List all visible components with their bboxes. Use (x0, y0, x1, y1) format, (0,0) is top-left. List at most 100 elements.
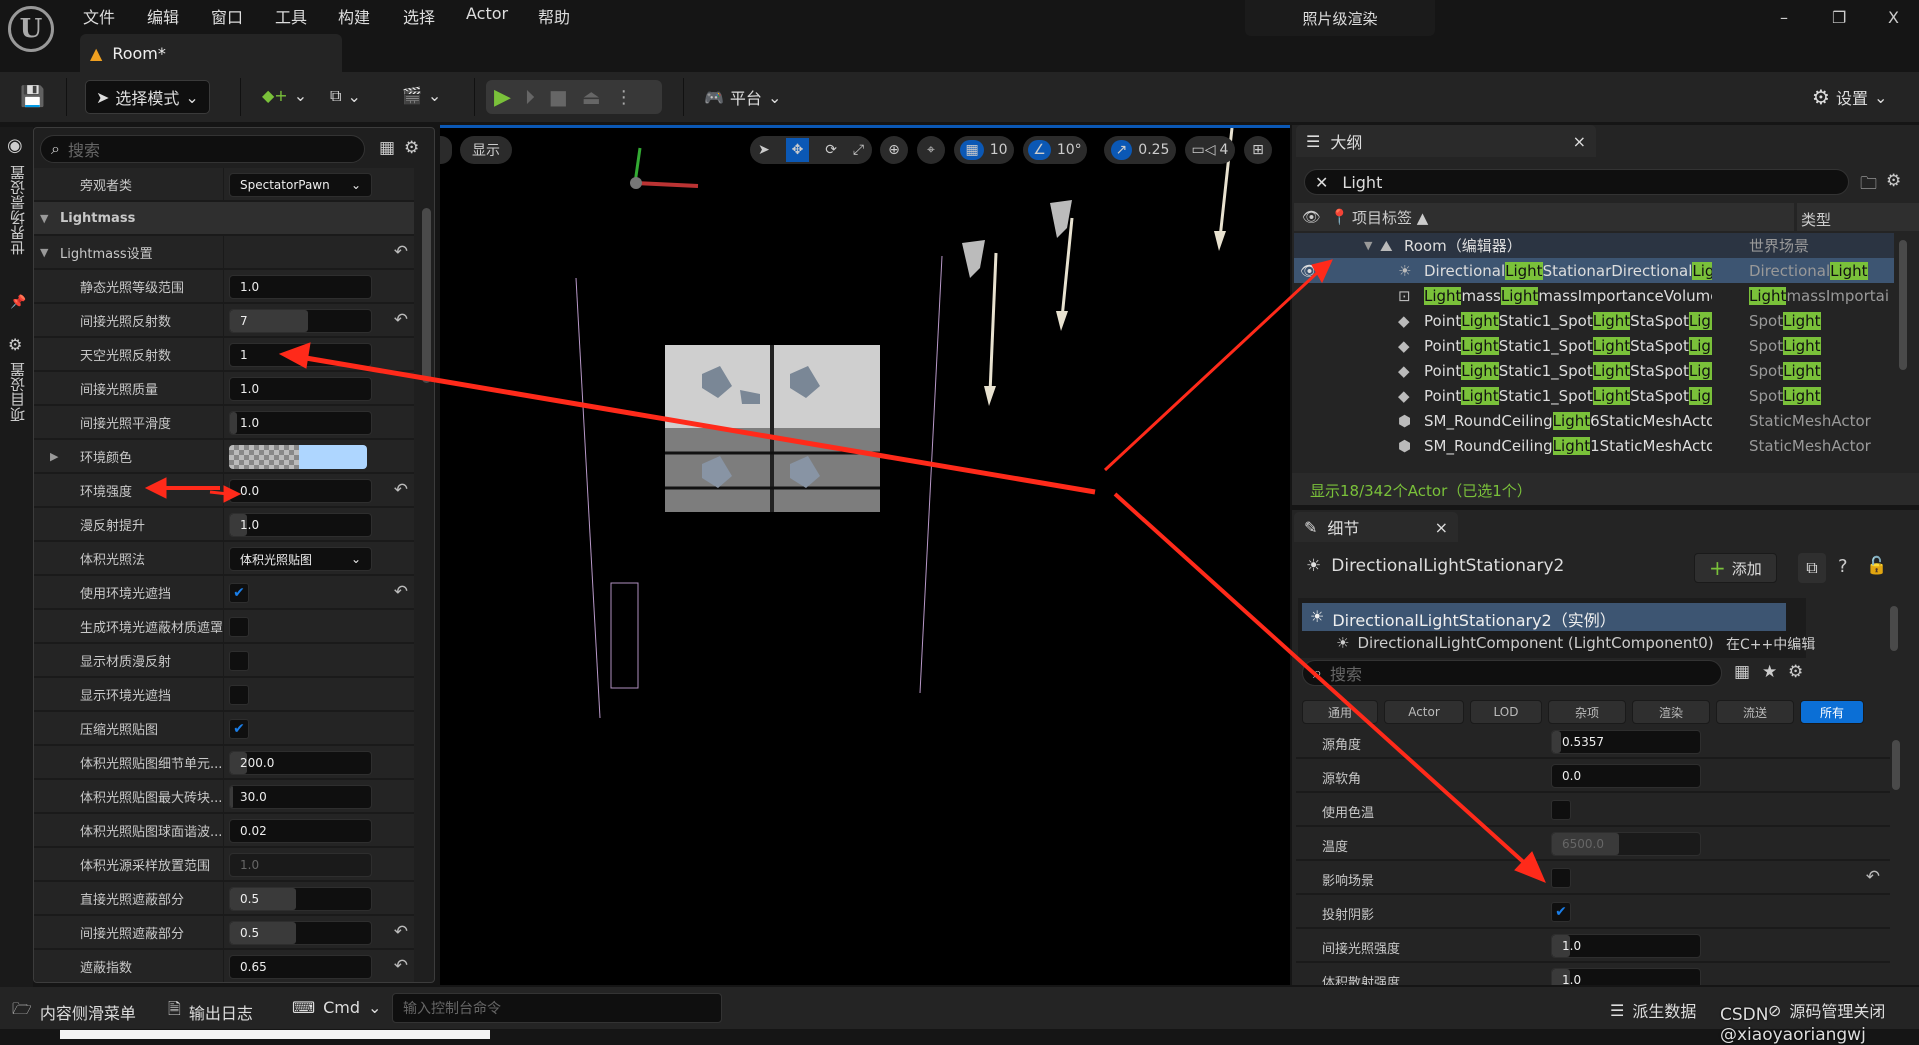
eject-icon[interactable]: ⏏ (582, 85, 601, 109)
menu-edit[interactable]: 编辑 (147, 4, 179, 28)
clear-search-icon[interactable]: ✕ (1315, 173, 1328, 192)
scrollbar[interactable] (422, 208, 431, 383)
scrollbar[interactable] (1899, 240, 1907, 370)
dropdown[interactable]: SpectatorPawn ⌄ (229, 173, 372, 197)
outliner-row[interactable]: ▼ ⛰ Room（编辑器） 世界场景 (1294, 233, 1894, 258)
reset-to-default-icon[interactable]: ↶ (394, 582, 408, 602)
lock-icon[interactable]: 🔓 (1866, 556, 1887, 576)
outliner-row[interactable]: ⬢ SM_RoundCeilingLight1StaticMeshActor Sta… (1294, 433, 1894, 458)
reset-to-default-icon[interactable]: ↶ (394, 242, 408, 262)
table-view-icon[interactable]: ▦ (379, 138, 395, 158)
content-drawer-button[interactable]: 🗁 内容侧滑菜单 (12, 998, 136, 1025)
level-tab[interactable]: ▲ Room* (80, 34, 342, 72)
number-field[interactable]: 1.0 (229, 377, 372, 401)
outliner-row[interactable]: 👁 ☀ DirectionalLightStationarDirectionalLi… (1294, 258, 1894, 283)
level-viewport[interactable]: 显示 ➤ ✥ ⟳ ⤢ ⊕ ⌖ ▦ 10 ∠ 10° ↗ 0.25 ▭◁ 4 ⊞ (440, 125, 1290, 985)
column-item-label[interactable]: 项目标签 ▲ (1352, 207, 1428, 228)
checkbox[interactable] (229, 651, 249, 671)
expand-caret-icon[interactable]: ▶ (50, 450, 58, 463)
checkbox[interactable]: ✔ (229, 719, 249, 739)
reset-to-default-icon[interactable]: ↶ (394, 310, 408, 330)
menu-tools[interactable]: 工具 (275, 4, 307, 28)
cinematics-button[interactable]: 🎬 ⌄ (402, 86, 441, 105)
column-type[interactable]: 类型 (1797, 203, 1919, 231)
outliner-row[interactable]: ◆PointLightStatic1_SpotLightStaSpotLight… (1294, 308, 1894, 333)
add-folder-icon[interactable]: 🗀 (1860, 171, 1877, 200)
advance-frame-icon[interactable]: ⏵ (525, 85, 535, 109)
filter-tab[interactable]: 杂项 (1548, 700, 1626, 724)
checkbox[interactable]: ✔ (1551, 902, 1571, 922)
reset-to-default-icon[interactable]: ↶ (394, 956, 408, 976)
menu-actor[interactable]: Actor (466, 4, 508, 23)
instance-row[interactable]: ☀ DirectionalLightStationary2（实例） (1302, 603, 1786, 631)
close-window-button[interactable]: X (1888, 8, 1899, 27)
outliner-search[interactable]: ✕ Light (1304, 169, 1849, 195)
number-field[interactable]: 0.5357 (1551, 730, 1701, 754)
scale-tool-icon[interactable]: ⤢ (853, 142, 864, 158)
add-component-button[interactable]: + 添加 (1694, 553, 1777, 583)
rotation-snap-toggle[interactable]: ∠ 10° (1023, 136, 1087, 164)
number-field[interactable]: 30.0 (229, 785, 372, 809)
scrollbar[interactable] (1890, 606, 1898, 651)
menu-file[interactable]: 文件 (83, 4, 115, 28)
number-field[interactable]: 1.0 (229, 411, 372, 435)
grid-snap-toggle[interactable]: ▦ 10 (954, 136, 1014, 164)
play-icon[interactable]: ▶ (494, 85, 511, 110)
select-mode-button[interactable]: ➤ 选择模式 ⌄ (85, 80, 210, 114)
reset-to-default-icon[interactable]: ↶ (394, 480, 408, 500)
help-icon[interactable]: ? (1838, 556, 1848, 577)
expand-caret-icon[interactable]: ▼ (40, 246, 48, 259)
pin-icon[interactable]: 📍 (1330, 208, 1349, 226)
number-field[interactable]: 0.5 (229, 887, 372, 911)
world-settings-search[interactable]: ⌕ 搜索 (40, 135, 365, 163)
world-space-icon[interactable]: ⊕ (880, 136, 908, 164)
checkbox[interactable]: ✔ (229, 583, 249, 603)
number-field[interactable]: 0.5 (229, 921, 372, 945)
filter-tab[interactable]: 渲染 (1632, 700, 1710, 724)
checkbox[interactable] (229, 685, 249, 705)
unreal-logo[interactable]: U (8, 6, 54, 52)
expand-caret-icon[interactable]: ▼ (40, 212, 48, 225)
checkbox[interactable] (1551, 868, 1571, 888)
outliner-row[interactable]: ◆PointLightStatic1_SpotLightStaSpotLight… (1294, 383, 1894, 408)
component-row[interactable]: ☀ DirectionalLightComponent (LightCompone… (1336, 634, 1714, 652)
star-icon[interactable]: ★ (1762, 662, 1777, 682)
scale-snap-toggle[interactable]: ↗ 0.25 (1104, 136, 1176, 164)
menu-build[interactable]: 构建 (338, 4, 370, 28)
gear-icon[interactable]: ⚙ (1788, 662, 1803, 682)
cmd-dropdown[interactable]: ⌨ Cmd ⌄ (292, 998, 381, 1017)
number-field[interactable]: 7 (229, 309, 372, 333)
reset-to-default-icon[interactable]: ↶ (394, 922, 408, 942)
number-field[interactable]: 0.0 (229, 479, 372, 503)
filter-tab[interactable]: 所有 (1800, 700, 1864, 724)
stop-icon[interactable]: ■ (549, 85, 568, 109)
output-log-button[interactable]: 🗎 输出日志 (168, 998, 253, 1025)
menu-help[interactable]: 帮助 (538, 4, 570, 28)
details-search[interactable]: ⌕ 搜索 (1302, 660, 1722, 686)
add-actor-button[interactable]: ◆+ ⌄ (262, 86, 307, 105)
tab-outliner[interactable]: ☰ 大纲 × (1296, 125, 1596, 157)
rotate-tool-icon[interactable]: ⟳ (825, 142, 837, 158)
surface-snap-icon[interactable]: ⌖ (917, 136, 945, 164)
show-button[interactable]: 显示 (460, 136, 512, 164)
derived-data-button[interactable]: ☰ 派生数据 (1610, 998, 1696, 1022)
visibility-icon[interactable]: 👁 (1302, 208, 1321, 226)
platform-button[interactable]: 🎮 平台 ⌄ (704, 85, 781, 109)
pin-icon[interactable]: 📌 (10, 295, 26, 310)
number-field[interactable]: 200.0 (229, 751, 372, 775)
outliner-row[interactable]: ◆PointLightStatic1_SpotLightStaSpotLight… (1294, 333, 1894, 358)
reset-to-default-icon[interactable]: ↶ (1866, 867, 1880, 887)
settings-button[interactable]: ⚙ 设置 ⌄ (1812, 85, 1887, 109)
number-field[interactable]: 0.0 (1551, 764, 1701, 788)
number-field[interactable]: 1.0 (229, 513, 372, 537)
console-input[interactable]: 输入控制台命令 (392, 993, 722, 1023)
scrollbar[interactable] (1892, 740, 1900, 790)
table-view-icon[interactable]: ▦ (1734, 662, 1750, 682)
edit-in-cpp-link[interactable]: 在C++中编辑 (1726, 634, 1815, 654)
gear-icon[interactable]: ⚙ (404, 138, 419, 158)
dropdown[interactable]: 体积光照贴图 ⌄ (229, 547, 372, 571)
outliner-row[interactable]: ⬢ SM_RoundCeilingLight6StaticMeshActor Sta… (1294, 408, 1894, 433)
viewport-layout-icon[interactable]: ⊞ (1244, 136, 1272, 164)
render-mode-label[interactable]: 照片级渲染 (1245, 0, 1435, 36)
select-tool-icon[interactable]: ➤ (758, 142, 770, 158)
